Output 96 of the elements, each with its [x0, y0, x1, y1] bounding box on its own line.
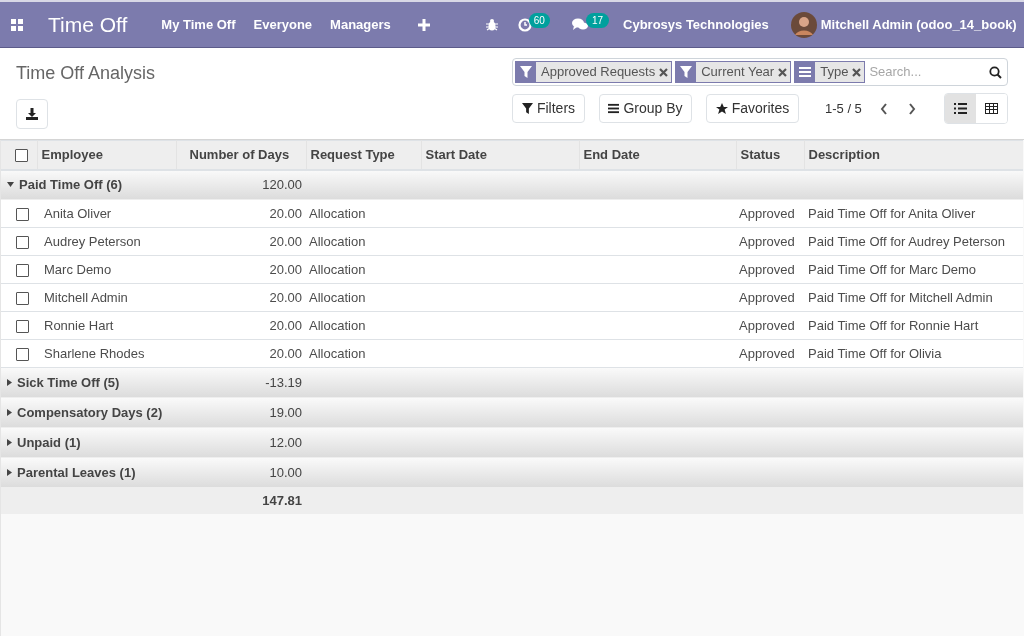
column-header[interactable]: Request Type: [306, 140, 421, 170]
table-cell: Sharlene Rhodes: [37, 339, 176, 368]
app-title[interactable]: Time Off: [48, 8, 128, 41]
checkbox[interactable]: [16, 263, 29, 277]
menu-item[interactable]: Managers: [330, 14, 391, 35]
table-cell: 20.00: [176, 227, 306, 256]
group-header[interactable]: Parental Leaves (1): [7, 462, 176, 483]
table-cell: Paid Time Off for Anita Oliver: [804, 199, 1023, 228]
checkbox[interactable]: [16, 291, 29, 305]
group-total: -13.19: [176, 367, 306, 398]
toolbar-button[interactable]: Favorites: [706, 94, 799, 123]
message-count-badge: 17: [585, 13, 610, 28]
search-field[interactable]: Search...: [869, 62, 986, 82]
plus-icon[interactable]: [417, 18, 430, 31]
group-total: 12.00: [176, 427, 306, 458]
table-cell: Allocation: [306, 255, 421, 284]
user-menu[interactable]: Mitchell Admin (odoo_14_book): [820, 14, 1017, 35]
search-icon[interactable]: [989, 65, 1002, 79]
column-header[interactable]: Start Date: [421, 140, 579, 170]
remove-icon[interactable]: [659, 67, 669, 77]
remove-icon[interactable]: [852, 67, 862, 77]
checkbox[interactable]: [15, 149, 28, 163]
download-button[interactable]: [16, 99, 48, 129]
table-cell: Mitchell Admin: [37, 283, 176, 312]
clock-icon[interactable]: [517, 17, 532, 32]
next-icon[interactable]: [907, 102, 916, 115]
table-cell: Paid Time Off for Marc Demo: [804, 255, 1023, 284]
table-cell: Paid Time Off for Audrey Peterson: [804, 227, 1023, 256]
checkbox[interactable]: [16, 207, 29, 221]
table-cell: Approved: [736, 283, 804, 312]
table-cell: Anita Oliver: [37, 199, 176, 228]
company-name[interactable]: Cybrosys Technologies: [623, 14, 769, 35]
facet-label: Approved Requests: [541, 63, 656, 82]
checkbox[interactable]: [16, 319, 29, 333]
list-icon: [954, 103, 967, 114]
grid-icon: [985, 103, 998, 114]
table-cell: 20.00: [176, 283, 306, 312]
table-cell: Audrey Peterson: [37, 227, 176, 256]
table-cell: Paid Time Off for Ronnie Hart: [804, 311, 1023, 340]
checkbox[interactable]: [16, 235, 29, 249]
group-total: 19.00: [176, 397, 306, 428]
filter-icon: [521, 103, 533, 114]
menu-item[interactable]: Everyone: [253, 14, 313, 35]
table-cell: Allocation: [306, 339, 421, 368]
facet-label: Current Year: [701, 63, 775, 82]
table-cell: Allocation: [306, 227, 421, 256]
table-cell: Marc Demo: [37, 255, 176, 284]
table-cell: 20.00: [176, 311, 306, 340]
group-header[interactable]: Paid Time Off (6): [7, 175, 176, 195]
toolbar-button[interactable]: Filters: [512, 94, 585, 123]
checkbox[interactable]: [16, 347, 29, 361]
star-icon: [715, 102, 728, 115]
menu-item[interactable]: My Time Off: [161, 14, 236, 35]
download-icon: [26, 108, 38, 120]
table-cell: Approved: [736, 339, 804, 368]
group-header[interactable]: Sick Time Off (5): [7, 372, 176, 393]
list-icon: [795, 62, 816, 82]
pager-value[interactable]: 1-5 / 5: [825, 98, 862, 119]
apps-menu-icon[interactable]: [11, 18, 23, 31]
column-header[interactable]: Description: [804, 140, 1023, 170]
table-cell: Paid Time Off for Mitchell Admin: [804, 283, 1023, 312]
table-cell: 20.00: [176, 255, 306, 284]
group-total: 10.00: [176, 457, 306, 488]
column-header[interactable]: End Date: [579, 140, 736, 170]
group-total: 120.00: [176, 169, 306, 200]
activity-count-badge: 60: [528, 13, 550, 28]
table-cell: Allocation: [306, 199, 421, 228]
table-cell: 20.00: [176, 339, 306, 368]
list-view-button[interactable]: [945, 94, 976, 123]
page-title: Time Off Analysis: [16, 62, 156, 85]
column-header[interactable]: Number of Days: [176, 140, 306, 170]
search-bar[interactable]: Approved Requests Current Year Type Search...: [512, 58, 1008, 86]
chat-icon[interactable]: [571, 18, 588, 31]
list-icon: [608, 103, 620, 114]
filter-icon: [516, 62, 536, 82]
group-header[interactable]: Unpaid (1): [7, 432, 176, 453]
grand-total: 147.81: [176, 487, 306, 514]
table-cell: Approved: [736, 227, 804, 256]
remove-icon[interactable]: [778, 67, 788, 77]
toolbar-button[interactable]: Group By: [599, 94, 692, 123]
facet-label: Type: [820, 63, 849, 82]
filter-icon: [676, 62, 697, 82]
avatar-icon[interactable]: [790, 11, 817, 38]
previous-icon[interactable]: [879, 102, 888, 115]
group-header[interactable]: Compensatory Days (2): [7, 402, 176, 423]
table-cell: 20.00: [176, 199, 306, 228]
column-header[interactable]: Status: [736, 140, 804, 170]
column-header[interactable]: Employee: [37, 140, 176, 170]
table-cell: Ronnie Hart: [37, 311, 176, 340]
table-cell: Approved: [736, 255, 804, 284]
table-cell: Paid Time Off for Olivia: [804, 339, 1023, 368]
table-cell: Allocation: [306, 283, 421, 312]
bug-icon[interactable]: [485, 18, 498, 31]
table-cell: Approved: [736, 311, 804, 340]
table-cell: Allocation: [306, 311, 421, 340]
table-cell: Approved: [736, 199, 804, 228]
